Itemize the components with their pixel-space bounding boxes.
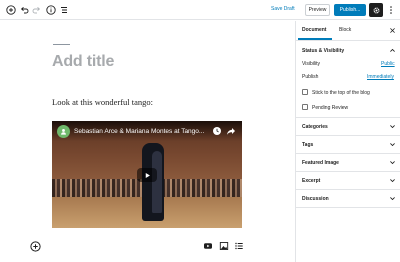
video-dancer-partner [152,151,162,213]
more-icon [390,6,392,14]
panel-status-visibility-title: Status & Visibility [302,48,345,54]
image-block-icon[interactable] [219,241,229,251]
editor-top-toolbar: Save Draft Preview Publish... [0,0,400,20]
sidebar-tabs: Document Block [296,21,400,41]
publish-label: Publish [302,74,319,80]
channel-avatar[interactable] [57,125,70,138]
panel-tags-title: Tags [302,142,314,148]
title-separator [53,44,70,45]
panel-discussion[interactable]: Discussion [296,190,400,208]
post-title-input[interactable]: Add title [52,53,114,71]
panel-tags[interactable]: Tags [296,136,400,154]
chevron-down-icon [390,161,395,165]
stick-to-top-checkbox[interactable] [302,89,308,95]
video-embed-block[interactable]: Sebastian Arce & Mariana Montes at Tango… [52,121,242,228]
editor-canvas: Add title Look at this wonderful tango: … [0,21,295,262]
panel-excerpt[interactable]: Excerpt [296,172,400,190]
chevron-up-icon [390,48,395,52]
undo-icon[interactable] [17,3,31,17]
more-options-button[interactable] [384,3,398,17]
panel-featured-image-title: Featured Image [302,160,339,166]
chevron-down-icon [390,143,395,147]
save-draft-button[interactable]: Save Draft [271,6,295,12]
panel-featured-image[interactable]: Featured Image [296,154,400,172]
stick-to-top-label: Stick to the top of the blog [312,90,370,96]
share-icon[interactable] [226,126,236,136]
preview-button[interactable]: Preview [305,4,330,16]
publish-date-link[interactable]: Immediately [367,74,394,80]
chevron-down-icon [390,125,395,129]
gear-icon [373,7,379,13]
paragraph-block[interactable]: Look at this wonderful tango: [52,97,153,107]
inline-add-block-icon[interactable] [30,241,41,252]
outline-icon[interactable] [57,3,71,17]
panel-excerpt-title: Excerpt [302,178,321,184]
redo-icon[interactable] [30,3,44,17]
watch-later-icon[interactable] [212,126,222,136]
tab-block[interactable]: Block [339,27,351,33]
play-icon [145,172,150,178]
panel-categories-title: Categories [302,124,328,130]
youtube-block-icon[interactable] [203,241,213,251]
settings-button[interactable] [369,3,383,17]
tab-document[interactable]: Document [302,27,326,33]
play-button[interactable] [137,168,157,182]
add-block-icon[interactable] [4,3,18,17]
pending-review-label: Pending Review [312,105,349,111]
visibility-label: Visibility [302,61,320,67]
visibility-link[interactable]: Public [381,61,395,67]
chevron-down-icon [390,197,395,201]
list-block-icon[interactable] [234,241,244,251]
close-sidebar-button[interactable] [389,27,396,36]
video-title[interactable]: Sebastian Arce & Mariana Montes at Tango… [74,128,204,135]
publish-button[interactable]: Publish... [334,4,366,16]
panel-status-visibility[interactable]: Status & Visibility [296,42,400,60]
pending-review-checkbox[interactable] [302,104,308,110]
active-tab-indicator [298,38,332,40]
settings-sidebar: Document Block Status & Visibility Visib… [295,21,400,262]
panel-discussion-title: Discussion [302,196,329,202]
chevron-down-icon [390,179,395,183]
info-icon[interactable] [44,3,58,17]
close-icon [390,28,395,33]
panel-categories[interactable]: Categories [296,118,400,136]
